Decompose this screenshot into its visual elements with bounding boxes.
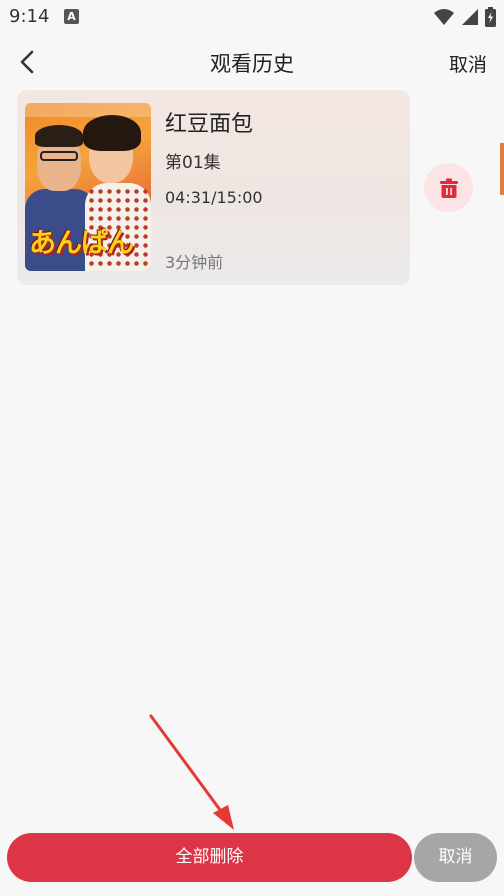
poster-hair-woman: [83, 115, 141, 151]
poster-logo: あんぱん: [29, 228, 134, 259]
page-title: 观看历史: [210, 52, 294, 76]
wifi-icon: [434, 9, 454, 25]
bottom-action-bar: 全部删除 取消: [0, 826, 504, 896]
status-time: 9:14: [9, 6, 50, 27]
battery-charging-icon: [485, 7, 496, 27]
poster-glasses: [40, 151, 78, 161]
trash-icon: [439, 178, 458, 198]
history-item[interactable]: あんぱん 红豆面包 第01集 04:31/15:00 3分钟前: [17, 90, 410, 285]
bottom-cancel-button[interactable]: 取消: [414, 833, 497, 882]
episode-label: 第01集: [165, 153, 221, 173]
edge-strip: [500, 143, 504, 195]
delete-item-button[interactable]: [424, 163, 473, 212]
delete-all-button[interactable]: 全部删除: [7, 833, 412, 882]
poster-thumbnail[interactable]: あんぱん: [25, 103, 151, 271]
signal-icon: [462, 9, 478, 25]
status-bar: 9:14 A: [0, 0, 504, 34]
a-icon: A: [64, 9, 79, 24]
status-icons: [433, 7, 496, 27]
top-nav: 观看历史 取消: [0, 40, 504, 84]
watch-progress: 04:31/15:00: [165, 188, 263, 207]
poster-header-strip: [25, 103, 151, 117]
cancel-edit-button[interactable]: 取消: [449, 50, 487, 77]
drama-title: 红豆面包: [165, 112, 254, 137]
watched-time-ago: 3分钟前: [165, 253, 224, 272]
poster-hair-man: [35, 125, 83, 147]
